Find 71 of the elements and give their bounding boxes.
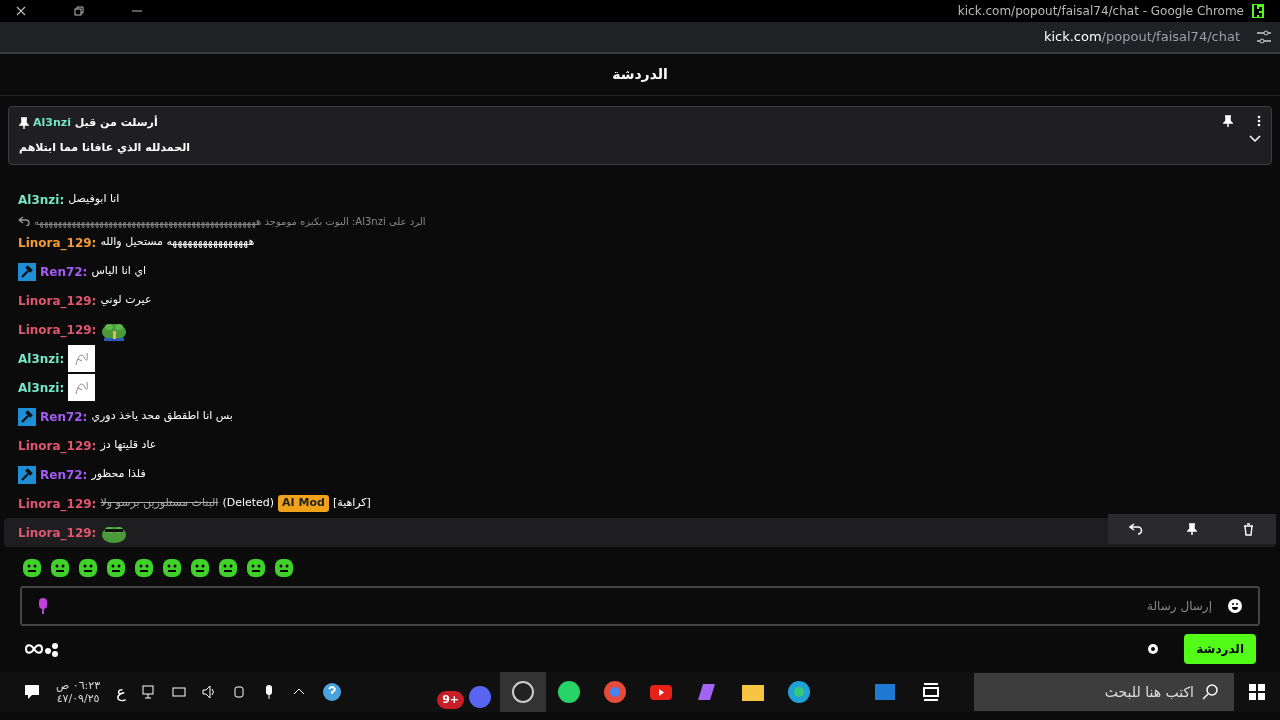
emote-icon[interactable] [106, 558, 126, 578]
task-view-icon[interactable] [922, 683, 940, 701]
message-text: انا ابوفيصل [68, 191, 120, 208]
username[interactable]: Al3nzi: [18, 378, 65, 397]
notification-count: 9+ [437, 690, 464, 709]
emote-icon[interactable] [190, 558, 210, 578]
chevron-down-icon[interactable] [1249, 135, 1261, 143]
emote-icon[interactable] [274, 558, 294, 578]
message-text: اي انا الياس [91, 263, 147, 280]
more-options-icon[interactable] [1257, 115, 1261, 127]
emote-icon[interactable] [218, 558, 238, 578]
deleted-message-text: البنات مستلورين برسو ولا [100, 495, 219, 512]
message-text: ههههههههههههههههه مستحيل والله [100, 234, 255, 251]
recorder-app-icon[interactable] [511, 680, 535, 704]
username[interactable]: Linora_129: [18, 436, 97, 455]
reply-preview: الرد على Al3nzi: البوت بكيزه موموجد ههههههههههههههههههههههههههههههههههههههههههههههههه [34, 214, 426, 229]
notification-icon[interactable] [24, 684, 40, 700]
username[interactable]: Ren72: [40, 465, 88, 484]
pin-icon [19, 117, 29, 130]
language-indicator[interactable]: ع [116, 680, 126, 704]
sketch-sticker-icon [68, 374, 96, 401]
message-text: عاد قليتها دز [100, 437, 157, 454]
dots-icon[interactable] [44, 641, 60, 657]
message-text: بس انا اطقطق محد ياخذ دوري [91, 408, 233, 425]
address-bar[interactable]: kick.com/popout/faisal74/chat [1043, 27, 1240, 47]
battery-icon[interactable] [171, 684, 186, 700]
help-icon[interactable] [321, 682, 342, 702]
messaging-app-icon[interactable] [557, 680, 581, 704]
username[interactable]: Ren72: [40, 407, 88, 426]
message-text: فلذا محظور [91, 466, 146, 483]
browser-icon[interactable] [603, 680, 627, 704]
username[interactable]: Linora_129: [18, 233, 97, 252]
settings-sliders-icon[interactable] [1256, 30, 1272, 44]
close-icon[interactable] [16, 6, 26, 16]
emote-icon[interactable] [246, 558, 266, 578]
ai-mod-tag: AI Mod [278, 495, 329, 512]
message-input[interactable]: إرسال رسالة [20, 586, 1260, 626]
chat-button[interactable]: الدردشة [1184, 634, 1256, 664]
chat-app-icon[interactable] [468, 685, 492, 709]
username[interactable]: Linora_129: [18, 523, 97, 542]
reply-icon [18, 216, 30, 226]
username[interactable]: Linora_129: [18, 291, 97, 310]
window-title: kick.com/popout/faisal74/chat - Google Chrome [957, 3, 1244, 20]
message-text: عيرت لوني [100, 292, 152, 309]
emoji-icon[interactable] [1228, 599, 1242, 613]
chat-title: الدردشة [612, 65, 668, 84]
network-icon[interactable] [141, 684, 156, 700]
pin-icon[interactable] [1223, 115, 1233, 127]
username[interactable]: Linora_129: [18, 494, 97, 513]
emote-icon[interactable] [134, 558, 154, 578]
username[interactable]: Linora_129: [18, 320, 97, 339]
pinned-text: الحمدلله الذي عافانا مما ابتلاهم [19, 139, 191, 156]
app-logo-icon [1252, 4, 1264, 18]
clock-text[interactable]: ٠٦:٢٣ ص ٤٧/٠٩/٢٥ [56, 678, 101, 706]
browser-icon[interactable] [787, 680, 811, 704]
emote-icon[interactable] [22, 558, 42, 578]
username[interactable]: Al3nzi: [18, 349, 65, 368]
search-icon[interactable] [1202, 684, 1218, 700]
restore-icon[interactable] [74, 6, 84, 16]
moderation-reason: [كراهية] [332, 495, 371, 512]
search-field[interactable]: اكتب هنا للبحث [974, 673, 1234, 711]
username[interactable]: Al3nzi: [18, 190, 65, 209]
emote-icon[interactable] [78, 558, 98, 578]
username[interactable]: Ren72: [40, 262, 88, 281]
deleted-label: (Deleted) [222, 495, 275, 512]
infinity-icon[interactable] [24, 643, 44, 655]
emote-icon[interactable] [162, 558, 182, 578]
volume-icon[interactable] [201, 684, 216, 700]
windows-start-icon[interactable] [1249, 684, 1265, 700]
sketch-sticker-icon [68, 345, 96, 372]
emote-icon[interactable] [50, 558, 70, 578]
